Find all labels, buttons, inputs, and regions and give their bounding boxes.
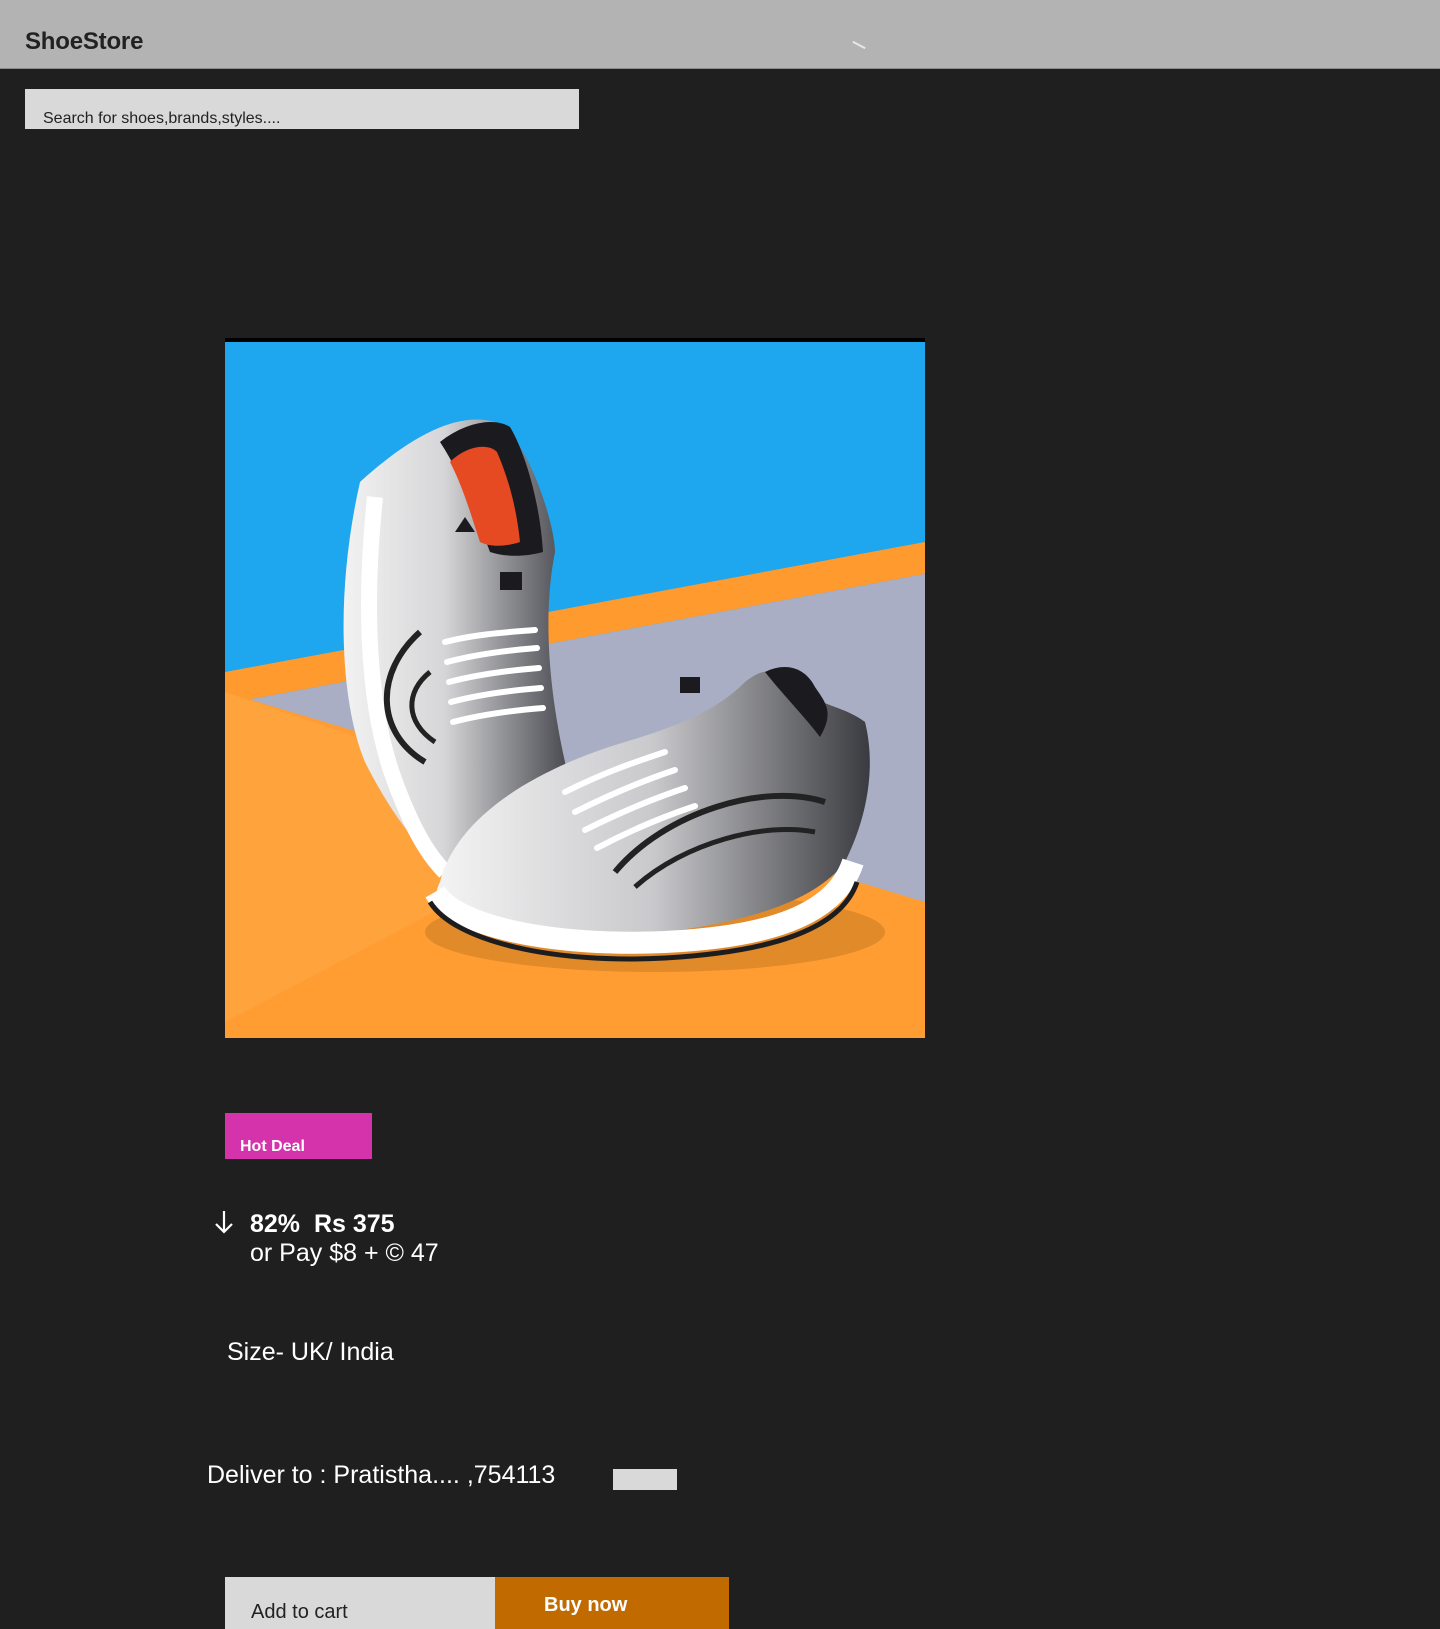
discount-percent: 82% xyxy=(250,1210,301,1238)
brand-logo[interactable]: ShoeStore xyxy=(25,28,143,56)
alternate-payment: or Pay $8 + © 47 xyxy=(250,1239,439,1267)
size-label: Size- UK/ India xyxy=(227,1338,394,1366)
arrow-down-icon xyxy=(215,1211,233,1234)
search-input[interactable] xyxy=(25,89,579,129)
decorative-mark xyxy=(852,40,866,50)
hot-deal-badge: Hot Deal xyxy=(225,1113,372,1159)
top-bar: ShoeStore xyxy=(0,0,1440,69)
sneaker-photo-icon xyxy=(225,342,925,1038)
add-to-cart-label: Add to cart xyxy=(251,1601,348,1623)
price-line: 82% Rs 375 xyxy=(250,1210,395,1239)
product-image[interactable] xyxy=(225,338,925,1038)
buy-now-label: Buy now xyxy=(544,1594,628,1616)
change-address-button[interactable] xyxy=(613,1469,677,1490)
price: Rs 375 xyxy=(313,1210,395,1238)
buy-now-button[interactable]: Buy now xyxy=(495,1577,729,1629)
badge-label: Hot Deal xyxy=(240,1138,305,1155)
delivery-address: Deliver to : Pratistha.... ,754113 xyxy=(207,1461,556,1489)
add-to-cart-button[interactable]: Add to cart xyxy=(225,1577,495,1629)
